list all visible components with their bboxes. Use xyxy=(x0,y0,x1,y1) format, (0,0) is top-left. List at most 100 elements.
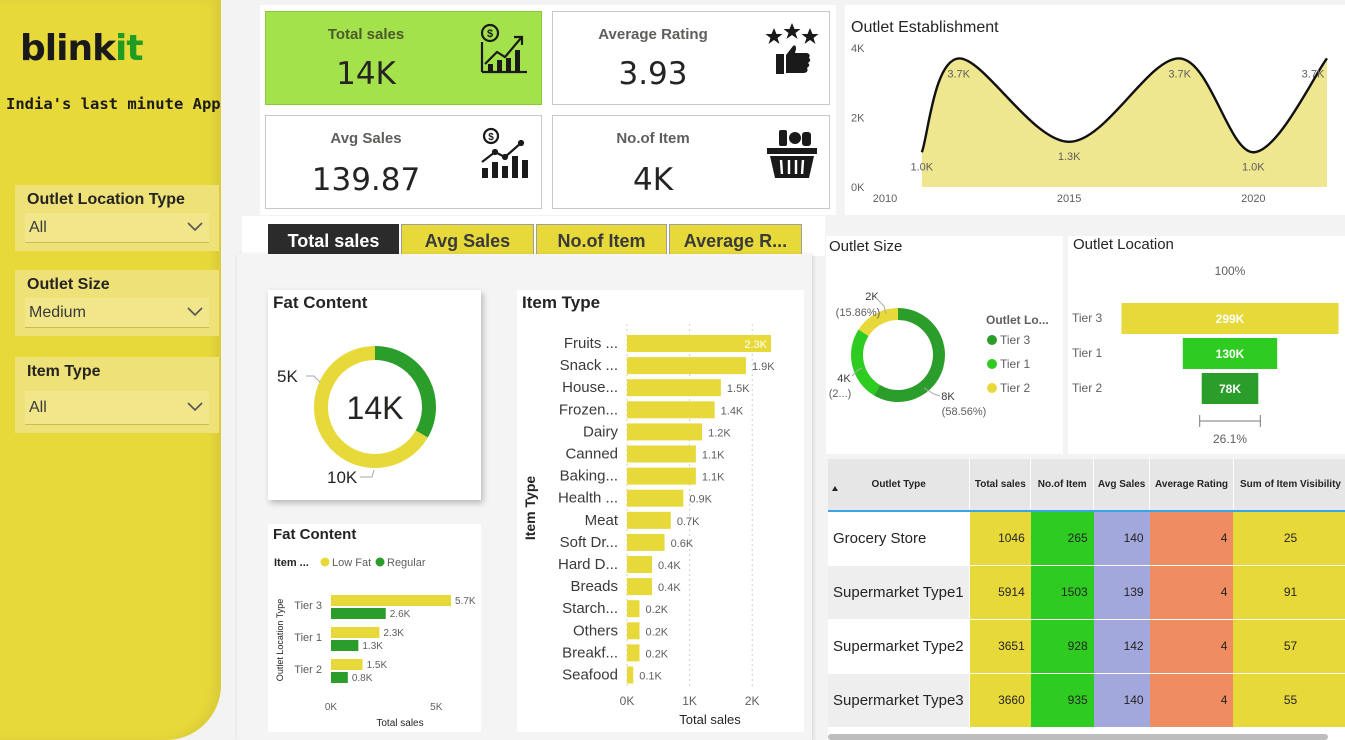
bar xyxy=(627,511,671,529)
table-row[interactable]: Grocery Store 1046 265 140 4 25 xyxy=(828,511,1345,566)
kpi-card-total-sales[interactable]: Total sales 14K $ xyxy=(265,11,542,105)
outlet-type-table-panel: Outlet Type Total sales No.of Item Avg S… xyxy=(828,459,1345,740)
column-header[interactable]: Avg Sales xyxy=(1093,459,1151,512)
slicer-dropdown[interactable]: All xyxy=(25,391,209,425)
column-header[interactable]: Average Rating xyxy=(1149,459,1234,512)
bar xyxy=(627,467,696,485)
legend-title: Outlet Lo... xyxy=(986,313,1049,327)
y-tick-label: 4K xyxy=(851,43,865,55)
bar xyxy=(627,600,640,618)
category-label: Tier 2 xyxy=(294,664,322,676)
bar xyxy=(331,672,348,683)
tab-avg-sales[interactable]: Avg Sales xyxy=(401,224,534,255)
slicer-label: Outlet Location Type xyxy=(27,191,185,208)
data-label: 1.1K xyxy=(702,472,725,484)
outlet-establishment-chart[interactable]: 0K 2K 4K 2010 2015 2020 1.0K 3.7K 1.3K 3.7K 1.0K 3.… xyxy=(845,5,1345,215)
legend-swatch xyxy=(987,335,997,345)
kpi-value: 4K xyxy=(632,162,674,198)
x-tick-label: 0K xyxy=(620,694,635,708)
data-label: 1.0K xyxy=(911,161,934,173)
bar xyxy=(627,357,746,375)
data-label: 0.1K xyxy=(639,671,662,683)
stars-thumbs-up-icon xyxy=(765,23,819,74)
legend-swatch xyxy=(987,359,997,369)
category-label: Snack ... xyxy=(560,357,618,374)
data-label: 1.2K xyxy=(708,427,731,439)
data-label: 2.3K xyxy=(744,339,767,351)
bar xyxy=(627,666,634,684)
money-growth-chart-icon: $ xyxy=(480,23,527,74)
data-label: 3.7K xyxy=(1168,68,1191,80)
data-label: 1.3K xyxy=(362,641,383,652)
category-label: Tier 3 xyxy=(1072,311,1103,325)
category-label: Fruits ... xyxy=(564,335,618,352)
sort-ascending-icon[interactable] xyxy=(831,485,839,493)
kpi-card-no-of-item[interactable]: No.of Item 4K xyxy=(552,115,830,209)
kpi-label: No.of Item xyxy=(616,130,690,147)
tab-no-of-item[interactable]: No.of Item xyxy=(536,224,667,255)
leader-line xyxy=(360,469,375,478)
legend-swatch xyxy=(987,383,997,393)
x-tick-label: 2020 xyxy=(1241,193,1265,205)
outlet-size-donut-chart[interactable]: 2K (15.86%) 4K (2...) 8K (58.56%) Outlet Lo...… xyxy=(826,236,1063,454)
fat-content-bar-chart[interactable]: Item ... Low Fat Regular Tier 3 5.7K 2.6K Tier… xyxy=(268,524,481,732)
bar xyxy=(331,608,386,619)
data-label: 0.6K xyxy=(671,538,694,550)
data-label: 5.7K xyxy=(455,596,476,607)
data-label: 4K xyxy=(837,373,851,385)
fat-content-donut-chart[interactable]: 14K 5K 10K xyxy=(268,290,481,500)
tagline: India's last minute App xyxy=(6,95,221,113)
svg-text:$: $ xyxy=(488,132,494,143)
kpi-value: 139.87 xyxy=(311,162,421,198)
data-label: 0.2K xyxy=(646,648,669,660)
data-label: 1.9K xyxy=(752,361,775,373)
table-row[interactable]: Supermarket Type3 3660 935 140 4 55 xyxy=(828,673,1345,728)
outlet-location-funnel-chart[interactable]: 100% Tier 3 299K Tier 1 130K Tier 2 78K 26.1% xyxy=(1068,236,1345,454)
x-tick-label: 1K xyxy=(682,694,697,708)
slicer-dropdown[interactable]: Medium xyxy=(25,298,209,328)
data-label: 2.6K xyxy=(390,609,411,620)
svg-text:$: $ xyxy=(487,28,493,40)
donut-center-label: 14K xyxy=(347,390,404,426)
category-label: Others xyxy=(573,622,618,639)
data-label: 1.1K xyxy=(702,450,725,462)
y-axis-label: Outlet Location Type xyxy=(275,599,285,681)
category-label: Tier 3 xyxy=(294,600,322,612)
table-row[interactable]: Supermarket Type2 3651 928 142 4 57 xyxy=(828,619,1345,674)
horizontal-scrollbar[interactable] xyxy=(828,734,1328,740)
bar xyxy=(627,379,721,397)
column-header[interactable]: No.of Item xyxy=(1030,459,1095,512)
percent-label: (58.56%) xyxy=(942,406,987,418)
tab-average-rating[interactable]: Average R... xyxy=(669,224,802,255)
data-label: 3.7K xyxy=(947,68,970,80)
table-row[interactable]: Supermarket Type1 5914 1503 139 4 91 xyxy=(828,565,1345,620)
slicer-value: All xyxy=(29,399,47,416)
data-label: 0.9K xyxy=(689,494,712,506)
data-label: 0.2K xyxy=(646,626,669,638)
legend-label: Regular xyxy=(387,557,426,569)
data-label: 1.5K xyxy=(727,383,750,395)
x-tick-label: 5K xyxy=(430,702,443,713)
kpi-card-average-rating[interactable]: Average Rating 3.93 xyxy=(552,11,830,105)
column-header[interactable]: Outlet Type xyxy=(828,459,971,512)
data-label: 0.2K xyxy=(646,604,669,616)
kpi-card-avg-sales[interactable]: Avg Sales 139.87 $ xyxy=(265,115,542,209)
category-label: Dairy xyxy=(583,423,619,440)
data-label: 1.3K xyxy=(1058,151,1081,163)
kpi-value: 3.93 xyxy=(618,56,688,92)
column-header[interactable]: Total sales xyxy=(969,459,1032,512)
tab-total-sales[interactable]: Total sales xyxy=(268,224,399,255)
data-label: 2K xyxy=(865,291,879,303)
data-label: 1.4K xyxy=(721,405,744,417)
x-axis-label: Total sales xyxy=(376,718,423,729)
y-axis-label: Item Type xyxy=(522,476,538,541)
legend-label: Tier 1 xyxy=(1000,357,1031,371)
bar xyxy=(627,644,640,662)
data-label: 130K xyxy=(1216,347,1245,361)
column-header[interactable]: Sum of Item Visibility xyxy=(1233,459,1345,512)
item-type-bar-chart[interactable]: Fruits ... 2.3K Snack ... 1.9K House... 1.5K F… xyxy=(517,290,804,732)
slicer-label: Outlet Size xyxy=(27,276,110,293)
slicer-dropdown[interactable]: All xyxy=(25,213,209,243)
x-tick-label: 2015 xyxy=(1057,193,1081,205)
category-label: Meat xyxy=(585,512,619,529)
